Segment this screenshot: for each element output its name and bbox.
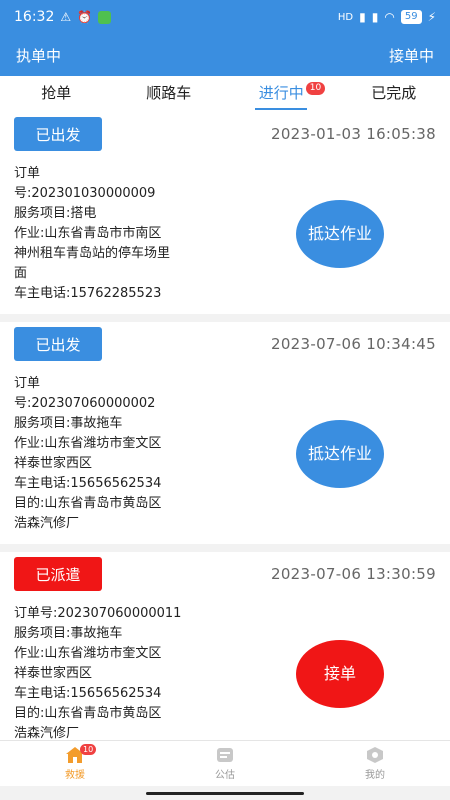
tab-label: 顺路车 <box>146 84 192 102</box>
charging-icon: ⚡ <box>427 10 436 24</box>
battery-level: 59 <box>400 10 422 24</box>
alarm-icon: ⏰ <box>77 10 93 24</box>
order-info-line: 作业:山东省青岛市市南区 <box>14 226 162 241</box>
order-info-line: 服务项目:事故拖车 <box>14 416 123 431</box>
order-card-header: 已出发 2023-01-03 16:05:38 <box>14 116 436 152</box>
order-card-body: 订单号:202307060000011 服务项目:事故拖车作业:山东省潍坊市奎文区… <box>14 604 436 740</box>
order-info: 订单号:202307060000002 服务项目:事故拖车作业:山东省潍坊市奎文区… <box>14 374 244 534</box>
accept-order-button[interactable]: 接单 <box>296 640 384 708</box>
order-card-body: 订单号:202301030000009 服务项目:搭电作业:山东省青岛市市南区 神州… <box>14 164 436 304</box>
nav-label: 我的 <box>365 770 385 781</box>
tab-label: 进行中 <box>258 84 304 102</box>
order-time: 2023-01-03 16:05:38 <box>270 125 436 143</box>
order-info-line: 车主电话:15656562534 <box>14 476 162 491</box>
order-info-line: 祥泰世家西区 <box>14 666 93 681</box>
order-card-header: 已派遣 2023-07-06 13:30:59 <box>14 556 436 592</box>
order-info: 订单号:202301030000009 服务项目:搭电作业:山东省青岛市市南区 神州… <box>14 164 244 304</box>
nav-rescue[interactable]: 救援 10 <box>0 741 150 786</box>
tab-completed[interactable]: 已完成 <box>338 76 450 112</box>
status-bar: 16:32 ⚠ ⏰ HD ▮ ▮ ◠ 59 ⚡ <box>0 0 450 34</box>
order-info-line: 号:202307060000002 <box>14 396 156 411</box>
order-info-line: 服务项目:搭电 <box>14 206 97 221</box>
order-info-line: 车主电话:15762285523 <box>14 286 162 301</box>
tab-grab-order[interactable]: 抢单 <box>0 76 113 112</box>
order-info-line: 车主电话:15656562534 <box>14 686 162 701</box>
tab-label: 已完成 <box>371 84 417 102</box>
executing-status[interactable]: 执单中 <box>16 45 61 66</box>
arrive-work-button[interactable]: 抵达作业 <box>296 200 384 268</box>
order-info-line: 神州租车青岛站的停车场里 <box>14 246 171 261</box>
order-status-badge[interactable]: 已派遣 <box>14 557 102 591</box>
order-card[interactable]: 已出发 2023-07-06 10:34:45 订单号:20230706000000… <box>0 322 450 544</box>
order-info-line: 订单 <box>14 166 41 181</box>
order-card-body: 订单号:202307060000002 服务项目:事故拖车作业:山东省潍坊市奎文区… <box>14 374 436 534</box>
order-list[interactable]: 已出发 2023-01-03 16:05:38 订单 号:20230103000000… <box>0 112 450 740</box>
nav-label: 公估 <box>215 770 235 781</box>
tab-bar: 抢单 顺路车 进行中 10 已完成 <box>0 76 450 112</box>
order-status-badge[interactable]: 已出发 <box>14 327 102 361</box>
nav-mine[interactable]: 我的 <box>300 741 450 786</box>
order-info-line: 作业:山东省潍坊市奎文区 <box>14 646 162 661</box>
order-info: 订单号:202307060000011 服务项目:事故拖车作业:山东省潍坊市奎文区… <box>14 604 244 740</box>
order-info-line: 订单 <box>14 376 41 391</box>
tab-in-progress[interactable]: 进行中 10 <box>225 76 338 112</box>
order-info-line: 号:202301030000009 <box>14 186 156 201</box>
order-info-line: 目的:山东省青岛市黄岛区 <box>14 496 162 511</box>
order-info-line: 作业:山东省潍坊市奎文区 <box>14 436 162 451</box>
tab-badge: 10 <box>305 82 326 95</box>
tab-carpool[interactable]: 顺路车 <box>113 76 226 112</box>
tab-underline <box>255 108 308 110</box>
order-card[interactable]: 已派遣 2023-07-06 13:30:59 订单号:20230706000001… <box>0 552 450 740</box>
order-info-line: 面 <box>14 266 28 281</box>
bottom-nav: 救援 10 公估 我的 <box>0 740 450 786</box>
order-info-line: 浩森汽修厂 <box>14 516 80 531</box>
order-card[interactable]: 已出发 2023-01-03 16:05:38 订单号:20230103000000… <box>0 112 450 314</box>
order-status-badge[interactable]: 已出发 <box>14 117 102 151</box>
order-action-area: 抵达作业 <box>244 374 436 534</box>
document-icon <box>217 748 233 762</box>
home-indicator[interactable] <box>146 792 304 795</box>
accepting-status[interactable]: 接单中 <box>389 45 434 66</box>
nav-badge: 10 <box>80 744 97 755</box>
order-info-line: 订单号:202307060000011 <box>14 606 182 621</box>
order-info-line: 服务项目:事故拖车 <box>14 626 123 641</box>
order-action-area: 抵达作业 <box>244 164 436 304</box>
order-action-area: 接单 <box>244 604 436 740</box>
signal-icon-2: ▮ <box>371 10 379 24</box>
mute-icon: ⚠ <box>60 10 72 24</box>
wechat-icon <box>98 10 112 24</box>
signal-label: HD <box>337 11 354 23</box>
tab-label: 抢单 <box>41 84 72 102</box>
arrive-work-button[interactable]: 抵达作业 <box>296 420 384 488</box>
order-info-line: 目的:山东省青岛市黄岛区 <box>14 706 162 721</box>
order-info-line: 祥泰世家西区 <box>14 456 93 471</box>
order-info-line: 浩森汽修厂 <box>14 726 80 740</box>
profile-icon <box>367 747 383 763</box>
order-time: 2023-07-06 13:30:59 <box>270 565 436 583</box>
nav-label: 救援 <box>65 770 85 781</box>
wifi-icon: ◠ <box>384 10 395 24</box>
app-bar: 执单中 接单中 <box>0 34 450 76</box>
nav-assessment[interactable]: 公估 <box>150 741 300 786</box>
signal-icon: ▮ <box>359 10 366 24</box>
status-time: 16:32 <box>14 9 55 25</box>
order-card-header: 已出发 2023-07-06 10:34:45 <box>14 326 436 362</box>
order-time: 2023-07-06 10:34:45 <box>270 335 436 353</box>
